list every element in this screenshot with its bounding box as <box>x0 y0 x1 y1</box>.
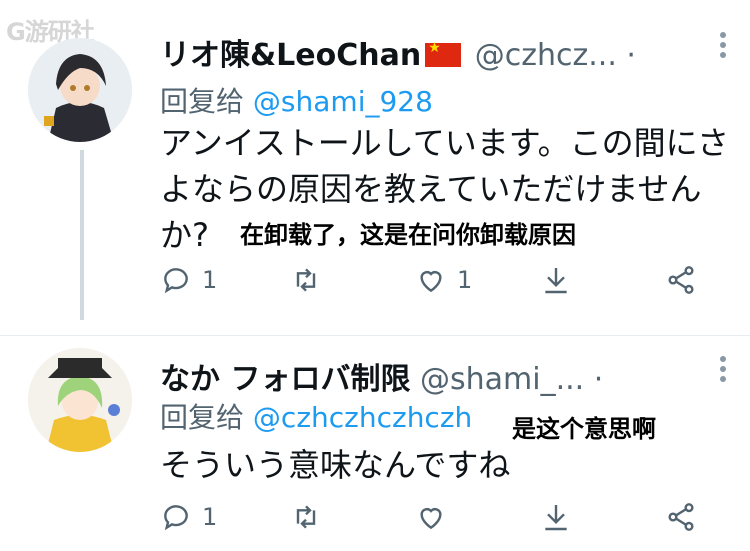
reply-count: 1 <box>202 266 218 294</box>
caption: 是这个意思啊 <box>512 415 656 443</box>
share-button[interactable] <box>665 264 697 296</box>
download-button[interactable] <box>540 501 572 533</box>
share-icon <box>668 266 694 294</box>
reply-to: 回复给 @shami_928 <box>160 80 433 120</box>
caption: 在卸载了，这是在问你卸载原因 <box>240 221 576 249</box>
download-icon <box>545 268 567 294</box>
display-name[interactable]: なか フォロバ制限 <box>160 362 410 397</box>
like-count: 1 <box>457 266 473 294</box>
reply-to-mention[interactable]: @shami_928 <box>253 85 433 118</box>
reply-button[interactable]: 1 <box>160 501 217 533</box>
like-icon <box>420 271 442 293</box>
retweet-button[interactable] <box>290 264 322 296</box>
tweet[interactable]: なか フォロバ制限 @shami_... · 回复给 @czhczhczhczh… <box>0 335 750 551</box>
retweet-button[interactable] <box>290 501 322 533</box>
retweet-icon <box>296 268 316 292</box>
like-icon <box>420 508 442 530</box>
handle[interactable]: @czhcz... <box>475 38 617 73</box>
reply-button[interactable]: 1 <box>160 264 217 296</box>
tweet[interactable]: リオ陳&LeoChan @czhcz... · 回复给 @shami_928 ア… <box>0 0 750 335</box>
display-name[interactable]: リオ陳&LeoChan <box>160 38 421 73</box>
more-icon[interactable] <box>716 28 730 62</box>
reply-icon <box>164 268 188 294</box>
share-button[interactable] <box>665 501 697 533</box>
tweet-header: なか フォロバ制限 @shami_... · <box>160 354 603 398</box>
avatar[interactable] <box>28 348 132 452</box>
like-button[interactable]: 1 <box>415 264 472 296</box>
reply-to-mention[interactable]: @czhczhczhczh <box>253 401 472 434</box>
action-bar: 1 1 <box>160 264 720 304</box>
like-button[interactable] <box>415 501 447 533</box>
separator-dot: · <box>593 362 604 397</box>
china-flag-icon <box>425 40 462 67</box>
download-button[interactable] <box>540 264 572 296</box>
download-icon <box>545 505 567 531</box>
action-bar: 1 <box>160 501 720 541</box>
separator-dot: · <box>626 38 636 73</box>
reply-icon <box>164 505 188 531</box>
tweet-header: リオ陳&LeoChan @czhcz... · <box>160 30 636 74</box>
reply-to: 回复给 @czhczhczhczh <box>160 396 472 436</box>
reply-count: 1 <box>202 503 218 531</box>
share-icon <box>668 503 694 531</box>
reply-to-label: 回复给 <box>160 401 245 434</box>
tweet-text: そういう意味なんですね <box>160 446 511 484</box>
reply-to-label: 回复给 <box>160 85 245 118</box>
avatar[interactable] <box>28 38 132 142</box>
more-icon[interactable] <box>716 352 730 386</box>
handle[interactable]: @shami_... <box>420 362 584 397</box>
retweet-icon <box>296 505 316 529</box>
